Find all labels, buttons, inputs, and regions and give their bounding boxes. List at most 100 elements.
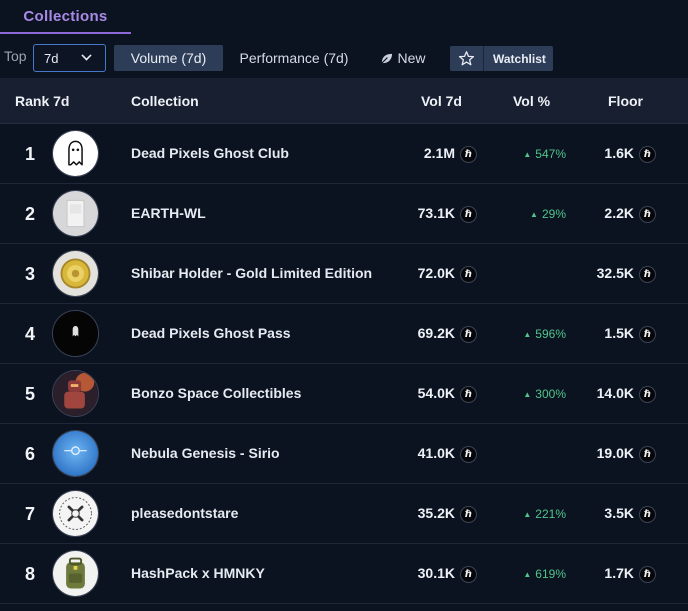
gold-coin-avatar bbox=[52, 250, 99, 297]
table-row[interactable]: 1 Dead Pixels Ghost Club 2.1M ℏ ▲ 547% 1.… bbox=[0, 124, 688, 184]
rank-cell: 1 bbox=[24, 144, 35, 164]
chevron-down-icon bbox=[81, 50, 92, 61]
header-vol[interactable]: Vol 7d bbox=[421, 93, 462, 109]
watchlist-button[interactable]: Watchlist bbox=[450, 46, 553, 71]
collection-name[interactable]: Dead Pixels Ghost Club bbox=[131, 145, 289, 161]
floor-cell: 2.2K bbox=[604, 205, 634, 221]
hbar-icon: ℏ bbox=[460, 266, 477, 283]
volume-cell: 72.0K bbox=[417, 265, 455, 281]
volume-cell: 2.1M bbox=[423, 145, 455, 161]
tab-collections-label: Collections bbox=[23, 7, 108, 25]
collection-name[interactable]: Shibar Holder - Gold Limited Edition bbox=[131, 265, 372, 281]
table-row[interactable]: 6 Nebula Genesis - Sirio 41.0K ℏ 19.0K ℏ bbox=[0, 424, 688, 484]
table-row[interactable]: 3 Shibar Holder - Gold Limited Edition 7… bbox=[0, 244, 688, 304]
star-icon-box bbox=[450, 46, 484, 71]
floor-cell: 14.0K bbox=[596, 385, 634, 401]
arrow-up-icon: ▲ bbox=[523, 510, 532, 519]
floor-cell: 1.5K bbox=[604, 325, 634, 341]
performance-filter-label: Performance (7d) bbox=[239, 50, 349, 66]
x-pattern-avatar bbox=[52, 490, 99, 537]
filter-bar: Top 7d Volume (7d) Performance (7d) New … bbox=[0, 34, 688, 78]
volume-cell: 73.1K bbox=[417, 205, 455, 221]
rank-cell: 5 bbox=[24, 384, 35, 404]
vol-pct-value: 300% bbox=[535, 387, 566, 401]
vol-pct-value: 619% bbox=[535, 567, 566, 581]
hbar-icon: ℏ bbox=[460, 146, 477, 163]
robot-avatar bbox=[52, 370, 99, 417]
volume-cell: 54.0K bbox=[417, 385, 455, 401]
hbar-icon: ℏ bbox=[460, 566, 477, 583]
vol-pct-value: 596% bbox=[535, 327, 566, 341]
vol-pct-cell: ▲ 596% bbox=[523, 327, 566, 341]
header-floor[interactable]: Floor bbox=[608, 93, 643, 109]
table-row[interactable]: 7 pleasedontstare 35.2K ℏ ▲ 221% 3.5K ℏ bbox=[0, 484, 688, 544]
vol-pct-cell: ▲ 221% bbox=[523, 507, 566, 521]
rank-cell: 7 bbox=[24, 504, 35, 524]
leaf-icon bbox=[381, 53, 393, 64]
floor-cell: 19.0K bbox=[596, 445, 634, 461]
new-filter-button[interactable]: New bbox=[372, 45, 434, 71]
header-rank[interactable]: Rank 7d bbox=[15, 93, 69, 109]
ghost-avatar bbox=[52, 130, 99, 177]
hbar-icon: ℏ bbox=[639, 566, 656, 583]
watchlist-label: Watchlist bbox=[493, 51, 546, 66]
volume-filter-label: Volume (7d) bbox=[130, 50, 207, 66]
arrow-up-icon: ▲ bbox=[523, 330, 532, 339]
volume-cell: 30.1K bbox=[417, 565, 455, 581]
hbar-icon: ℏ bbox=[639, 146, 656, 163]
top-label: Top bbox=[4, 48, 27, 64]
hbar-icon: ℏ bbox=[639, 206, 656, 223]
table-header: Rank 7d Collection Vol 7d Vol % Floor bbox=[0, 78, 688, 124]
hbar-icon: ℏ bbox=[460, 386, 477, 403]
floor-cell: 32.5K bbox=[596, 265, 634, 281]
rank-cell: 2 bbox=[24, 204, 35, 224]
volume-filter-button[interactable]: Volume (7d) bbox=[114, 45, 223, 71]
new-filter-label: New bbox=[397, 50, 426, 66]
header-vol-pct[interactable]: Vol % bbox=[513, 93, 550, 109]
hbar-icon: ℏ bbox=[639, 506, 656, 523]
collection-name[interactable]: Nebula Genesis - Sirio bbox=[131, 445, 280, 461]
vol-pct-cell: ▲ 29% bbox=[530, 207, 566, 221]
star-icon bbox=[458, 51, 475, 66]
table-row[interactable]: 2 EARTH-WL 73.1K ℏ ▲ 29% 2.2K ℏ bbox=[0, 184, 688, 244]
arrow-up-icon: ▲ bbox=[523, 150, 532, 159]
table-row[interactable]: 4 Dead Pixels Ghost Pass 69.2K ℏ ▲ 596% 1… bbox=[0, 304, 688, 364]
ghost-pass-avatar bbox=[52, 310, 99, 357]
collection-name[interactable]: pleasedontstare bbox=[131, 505, 238, 521]
table-row[interactable]: 8 HashPack x HMNKY 30.1K ℏ ▲ 619% 1.7K ℏ bbox=[0, 544, 688, 604]
floor-cell: 1.7K bbox=[604, 565, 634, 581]
table-row[interactable]: 5 Bonzo Space Collectibles 54.0K ℏ ▲ 300%… bbox=[0, 364, 688, 424]
hbar-icon: ℏ bbox=[460, 326, 477, 343]
volume-cell: 69.2K bbox=[417, 325, 455, 341]
volume-cell: 41.0K bbox=[417, 445, 455, 461]
header-collection[interactable]: Collection bbox=[131, 93, 199, 109]
rank-cell: 4 bbox=[24, 324, 35, 344]
floor-cell: 3.5K bbox=[604, 505, 634, 521]
vol-pct-value: 547% bbox=[535, 147, 566, 161]
floor-cell: 1.6K bbox=[604, 145, 634, 161]
collection-name[interactable]: EARTH-WL bbox=[131, 205, 206, 221]
hbar-icon: ℏ bbox=[639, 266, 656, 283]
period-select-value: 7d bbox=[44, 50, 59, 66]
top-tab-bar: Collections bbox=[0, 0, 688, 34]
performance-filter-button[interactable]: Performance (7d) bbox=[231, 45, 357, 71]
hbar-icon: ℏ bbox=[460, 506, 477, 523]
nebula-avatar bbox=[52, 430, 99, 477]
period-select[interactable]: 7d bbox=[33, 44, 106, 72]
white-card-avatar bbox=[52, 190, 99, 237]
collection-name[interactable]: Bonzo Space Collectibles bbox=[131, 385, 301, 401]
vol-pct-cell: ▲ 547% bbox=[523, 147, 566, 161]
collection-name[interactable]: HashPack x HMNKY bbox=[131, 565, 265, 581]
tab-collections[interactable]: Collections bbox=[0, 0, 131, 34]
collection-name[interactable]: Dead Pixels Ghost Pass bbox=[131, 325, 291, 341]
rank-cell: 6 bbox=[24, 444, 35, 464]
backpack-avatar bbox=[52, 550, 99, 597]
vol-pct-value: 221% bbox=[535, 507, 566, 521]
vol-pct-cell: ▲ 619% bbox=[523, 567, 566, 581]
rank-cell: 3 bbox=[24, 264, 35, 284]
vol-pct-value: 29% bbox=[541, 207, 566, 221]
arrow-up-icon: ▲ bbox=[530, 210, 538, 219]
hbar-icon: ℏ bbox=[460, 206, 477, 223]
volume-cell: 35.2K bbox=[417, 505, 455, 521]
arrow-up-icon: ▲ bbox=[523, 390, 532, 399]
